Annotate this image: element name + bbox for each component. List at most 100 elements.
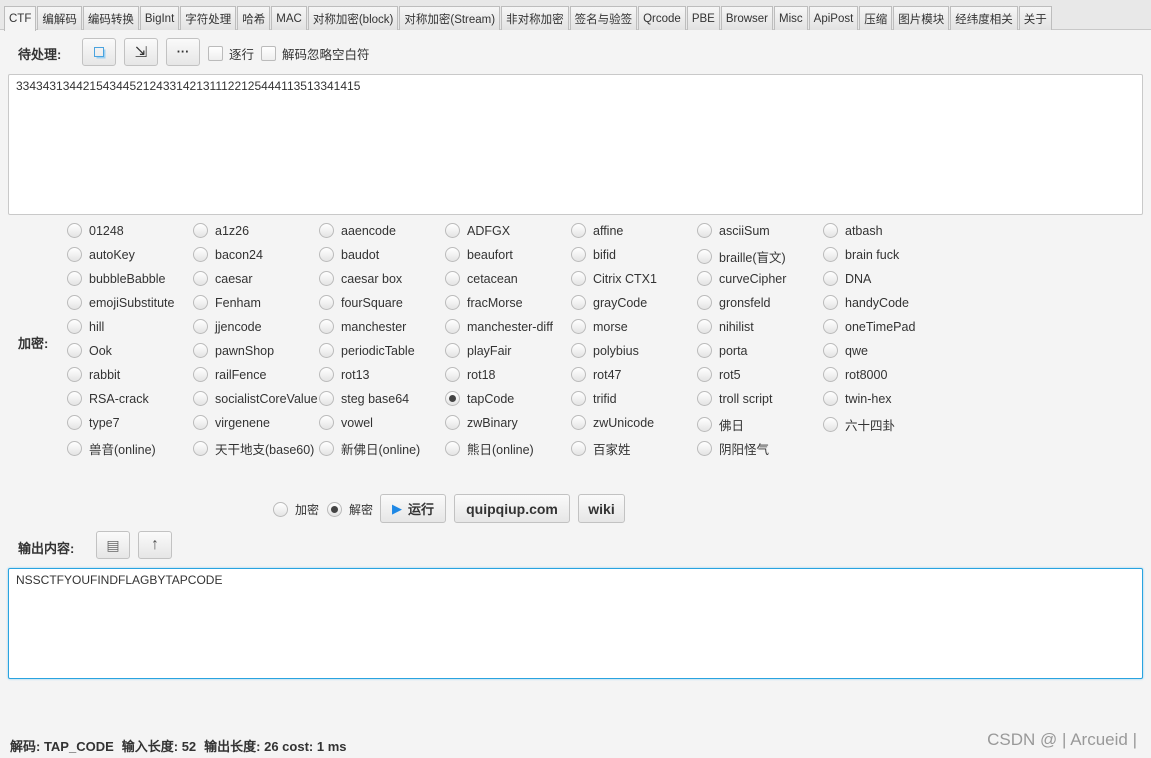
tab-0[interactable]: CTF bbox=[4, 6, 37, 31]
cipher-option-radio[interactable]: 百家姓 bbox=[571, 439, 631, 458]
output-textarea[interactable]: NSSCTFYOUFINDFLAGBYTAPCODE bbox=[8, 568, 1143, 679]
run-button[interactable]: ▶ 运行 bbox=[380, 494, 446, 523]
tab-2[interactable]: 编码转换 bbox=[82, 6, 139, 30]
cipher-option-radio[interactable]: 兽音(online) bbox=[67, 439, 156, 458]
cipher-option-radio[interactable]: asciiSum bbox=[697, 223, 770, 238]
cipher-option-radio[interactable]: affine bbox=[571, 223, 623, 238]
cipher-option-radio[interactable]: oneTimePad bbox=[823, 319, 915, 334]
tab-11[interactable]: Qrcode bbox=[638, 6, 686, 30]
cipher-option-radio[interactable]: manchester-diff bbox=[445, 319, 553, 334]
cipher-option-radio[interactable]: vowel bbox=[319, 415, 373, 430]
cipher-option-radio[interactable]: autoKey bbox=[67, 247, 135, 262]
cipher-option-radio[interactable]: 六十四卦 bbox=[823, 415, 895, 434]
decrypt-radio[interactable]: 解密 bbox=[327, 501, 373, 518]
quipqiup-button[interactable]: quipqiup.com bbox=[454, 494, 570, 523]
cipher-option-radio[interactable]: a1z26 bbox=[193, 223, 249, 238]
cipher-option-radio[interactable]: curveCipher bbox=[697, 271, 786, 286]
tab-10[interactable]: 签名与验签 bbox=[569, 6, 638, 30]
cipher-option-radio[interactable]: twin-hex bbox=[823, 391, 892, 406]
cipher-option-radio[interactable]: steg base64 bbox=[319, 391, 409, 406]
tab-16[interactable]: 压缩 bbox=[859, 6, 893, 30]
cipher-option-radio[interactable]: playFair bbox=[445, 343, 511, 358]
cipher-option-radio[interactable]: braille(盲文) bbox=[697, 247, 786, 266]
tab-3[interactable]: BigInt bbox=[139, 6, 180, 30]
cipher-option-radio[interactable]: socialistCoreValue bbox=[193, 391, 318, 406]
cipher-option-radio[interactable]: bacon24 bbox=[193, 247, 263, 262]
tab-17[interactable]: 图片模块 bbox=[893, 6, 950, 30]
cipher-option-radio[interactable]: handyCode bbox=[823, 295, 909, 310]
cipher-option-radio[interactable]: zwUnicode bbox=[571, 415, 654, 430]
tab-8[interactable]: 对称加密(Stream) bbox=[399, 6, 501, 30]
cipher-option-radio[interactable]: brain fuck bbox=[823, 247, 899, 262]
cipher-option-radio[interactable]: virgenene bbox=[193, 415, 270, 430]
input-textarea[interactable]: 3343431344215434452124331421311122125444… bbox=[8, 74, 1143, 215]
cipher-option-radio[interactable]: porta bbox=[697, 343, 748, 358]
cipher-option-radio[interactable]: caesar bbox=[193, 271, 253, 286]
line-by-line-checkbox[interactable]: 逐行 bbox=[208, 44, 254, 63]
cipher-option-radio[interactable]: trifid bbox=[571, 391, 617, 406]
cipher-option-radio[interactable]: jjencode bbox=[193, 319, 262, 334]
more-button[interactable]: ··· bbox=[166, 38, 200, 66]
tab-7[interactable]: 对称加密(block) bbox=[307, 6, 399, 30]
move-up-button[interactable]: ↑ bbox=[138, 531, 172, 559]
cipher-option-radio[interactable]: gronsfeld bbox=[697, 295, 770, 310]
cipher-option-radio[interactable]: caesar box bbox=[319, 271, 402, 286]
cipher-option-radio[interactable]: type7 bbox=[67, 415, 120, 430]
cipher-option-radio[interactable]: DNA bbox=[823, 271, 871, 286]
cipher-option-radio[interactable]: emojiSubstitute bbox=[67, 295, 174, 310]
cipher-option-radio[interactable]: troll script bbox=[697, 391, 772, 406]
cipher-option-radio[interactable]: hill bbox=[67, 319, 104, 334]
copy-button[interactable] bbox=[82, 38, 116, 66]
tab-6[interactable]: MAC bbox=[271, 6, 307, 30]
cipher-option-radio[interactable]: beaufort bbox=[445, 247, 513, 262]
tab-13[interactable]: Browser bbox=[720, 6, 774, 30]
cipher-option-radio[interactable]: rabbit bbox=[67, 367, 120, 382]
cipher-option-radio[interactable]: bifid bbox=[571, 247, 616, 262]
cipher-option-radio[interactable]: Ook bbox=[67, 343, 112, 358]
cipher-option-radio[interactable]: nihilist bbox=[697, 319, 754, 334]
cipher-option-radio[interactable]: rot18 bbox=[445, 367, 496, 382]
cipher-option-radio[interactable]: morse bbox=[571, 319, 628, 334]
tab-1[interactable]: 编解码 bbox=[37, 6, 82, 30]
tab-12[interactable]: PBE bbox=[686, 6, 720, 30]
cipher-option-radio[interactable]: 佛日 bbox=[697, 415, 744, 434]
cipher-option-radio[interactable]: 01248 bbox=[67, 223, 124, 238]
tab-4[interactable]: 字符处理 bbox=[180, 6, 237, 30]
cipher-option-radio[interactable]: periodicTable bbox=[319, 343, 415, 358]
cipher-option-radio[interactable]: grayCode bbox=[571, 295, 647, 310]
tab-19[interactable]: 关于 bbox=[1018, 6, 1052, 30]
cipher-option-radio[interactable]: rot5 bbox=[697, 367, 741, 382]
cipher-option-radio[interactable]: bubbleBabble bbox=[67, 271, 165, 286]
cipher-option-radio[interactable]: RSA-crack bbox=[67, 391, 149, 406]
cipher-option-radio[interactable]: rot8000 bbox=[823, 367, 887, 382]
tab-5[interactable]: 哈希 bbox=[237, 6, 271, 30]
cipher-option-radio[interactable]: 阴阳怪气 bbox=[697, 439, 769, 458]
cipher-option-radio[interactable]: atbash bbox=[823, 223, 883, 238]
cipher-option-radio[interactable]: railFence bbox=[193, 367, 266, 382]
tab-18[interactable]: 经纬度相关 bbox=[950, 6, 1018, 30]
cipher-option-radio[interactable]: tapCode bbox=[445, 391, 514, 406]
ignore-whitespace-checkbox[interactable]: 解码忽略空白符 bbox=[261, 44, 370, 63]
cipher-option-radio[interactable]: manchester bbox=[319, 319, 406, 334]
cipher-option-radio[interactable]: fracMorse bbox=[445, 295, 523, 310]
wiki-button[interactable]: wiki bbox=[578, 494, 625, 523]
cipher-option-radio[interactable]: polybius bbox=[571, 343, 639, 358]
cipher-option-radio[interactable]: rot13 bbox=[319, 367, 370, 382]
tab-15[interactable]: ApiPost bbox=[808, 6, 859, 30]
cipher-option-radio[interactable]: baudot bbox=[319, 247, 379, 262]
copy-output-button[interactable]: ▤ bbox=[96, 531, 130, 559]
import-button[interactable]: ⇲ bbox=[124, 38, 158, 66]
cipher-option-radio[interactable]: ADFGX bbox=[445, 223, 510, 238]
cipher-option-radio[interactable]: cetacean bbox=[445, 271, 518, 286]
cipher-option-radio[interactable]: 熊日(online) bbox=[445, 439, 534, 458]
cipher-option-radio[interactable]: 天干地支(base60) bbox=[193, 439, 314, 458]
cipher-option-radio[interactable]: fourSquare bbox=[319, 295, 403, 310]
cipher-option-radio[interactable]: 新佛日(online) bbox=[319, 439, 420, 458]
tab-14[interactable]: Misc bbox=[774, 6, 808, 30]
cipher-option-radio[interactable]: qwe bbox=[823, 343, 868, 358]
cipher-option-radio[interactable]: aaencode bbox=[319, 223, 396, 238]
cipher-option-radio[interactable]: rot47 bbox=[571, 367, 622, 382]
encrypt-radio[interactable]: 加密 bbox=[273, 501, 319, 518]
tab-9[interactable]: 非对称加密 bbox=[501, 6, 569, 30]
cipher-option-radio[interactable]: Fenham bbox=[193, 295, 261, 310]
